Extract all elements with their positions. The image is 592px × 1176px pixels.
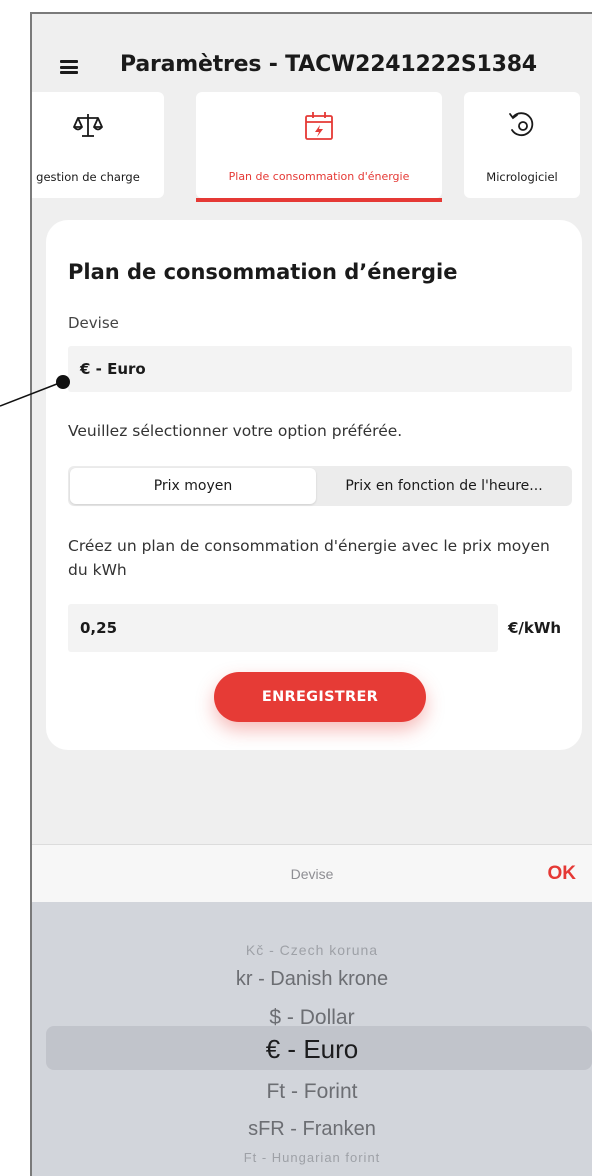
- picker-option[interactable]: Ft - Forint: [32, 1080, 592, 1104]
- currency-select[interactable]: € - Euro: [68, 346, 572, 392]
- picker-option[interactable]: Ft - Hungarian forint: [32, 1150, 592, 1165]
- pricing-mode-segmented-control: Prix moyen Prix en fonction de l'heure..…: [68, 466, 572, 506]
- price-input[interactable]: 0,25: [68, 604, 498, 652]
- picker-title: Devise: [290, 866, 334, 882]
- active-tab-indicator: [196, 198, 442, 202]
- tab-plan-de-consommation[interactable]: Plan de consommation d'énergie: [196, 92, 442, 202]
- annotation-pointer: [0, 375, 70, 407]
- picker-option[interactable]: $ - Dollar: [32, 1006, 592, 1030]
- tab-label: Plan de consommation d'énergie: [228, 170, 410, 183]
- energy-plan-card: Plan de consommation d’énergie Devise € …: [46, 220, 582, 750]
- app-header: Paramètres - TACW2241222S1384: [32, 14, 592, 94]
- picker-option[interactable]: kr - Danish krone: [32, 968, 592, 991]
- firmware-update-icon: [509, 112, 534, 137]
- price-unit: €/kWh: [508, 619, 562, 637]
- hamburger-menu-icon[interactable]: [60, 60, 78, 74]
- tab-label: Micrologiciel: [486, 170, 558, 184]
- currency-picker-wheel[interactable]: Kč - Czech koruna kr - Danish krone $ - …: [32, 902, 592, 1176]
- picker-ok-button[interactable]: OK: [548, 845, 577, 903]
- calendar-energy-icon: [305, 112, 333, 140]
- option-prompt: Veuillez sélectionner votre option préfé…: [68, 422, 403, 440]
- picker-option[interactable]: sFR - Franken: [32, 1118, 592, 1141]
- card-title: Plan de consommation d’énergie: [68, 260, 458, 284]
- currency-label: Devise: [68, 314, 119, 332]
- segment-average-price[interactable]: Prix moyen: [70, 468, 316, 504]
- tab-micrologiciel[interactable]: Micrologiciel: [464, 92, 580, 198]
- balance-scale-icon: [73, 114, 103, 137]
- picker-option-selected[interactable]: € - Euro: [32, 1034, 592, 1065]
- tab-label: gestion de charge: [36, 170, 140, 184]
- plan-description: Créez un plan de consommation d'énergie …: [68, 537, 550, 579]
- settings-tabs: gestion de charge Plan de consommation d…: [32, 92, 592, 206]
- app-screen: Paramètres - TACW2241222S1384 gestion de…: [30, 12, 592, 1176]
- page-title: Paramètres - TACW2241222S1384: [120, 52, 537, 77]
- segment-time-based-price[interactable]: Prix en fonction de l'heure...: [318, 468, 570, 504]
- tab-gestion-de-charge[interactable]: gestion de charge: [32, 92, 164, 198]
- picker-option[interactable]: Kč - Czech koruna: [32, 942, 592, 958]
- picker-toolbar: Devise OK: [32, 844, 592, 902]
- save-button[interactable]: ENREGISTRER: [214, 672, 426, 722]
